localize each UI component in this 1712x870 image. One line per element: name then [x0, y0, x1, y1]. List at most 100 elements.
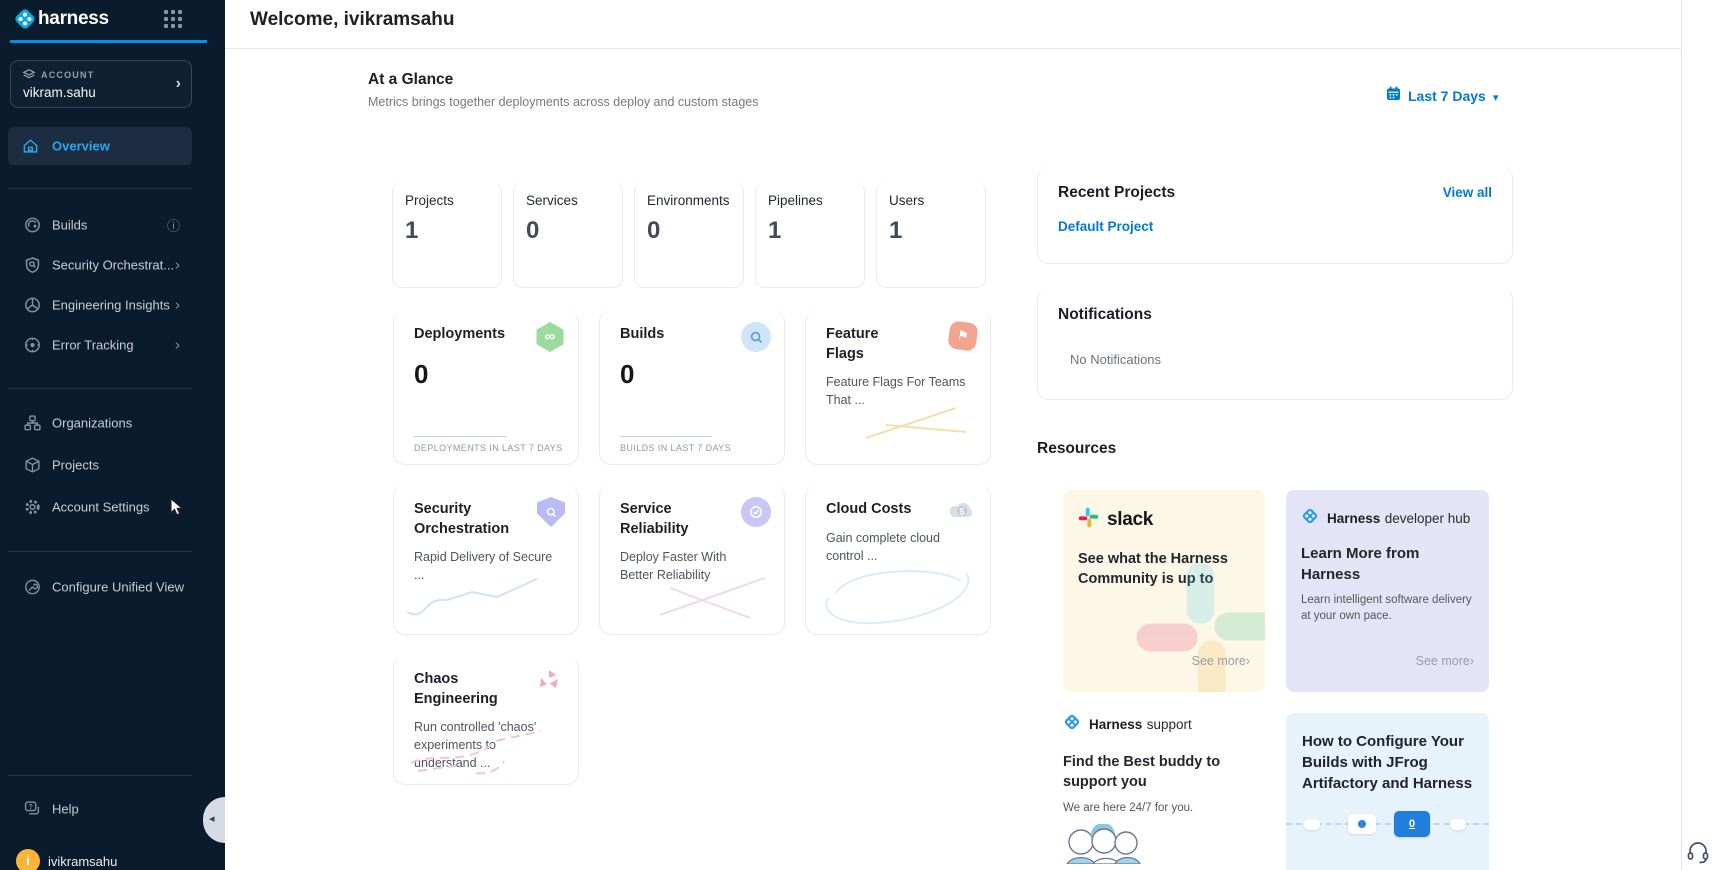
- security-orchestration-icon: [537, 497, 565, 527]
- resource-headline: Learn More from Harness: [1301, 543, 1474, 585]
- harness-logo-icon[interactable]: [13, 7, 37, 36]
- metric-label: Pipelines: [768, 193, 864, 208]
- sketch-decoration: [816, 563, 976, 628]
- logo-wordmark[interactable]: harness: [38, 8, 109, 30]
- metric-label: Environments: [647, 193, 743, 208]
- account-switcher[interactable]: ACCOUNT vikram.sahu ›: [10, 60, 192, 108]
- slack-brand-text: slack: [1107, 509, 1153, 531]
- sidebar-item-label: Configure Unified View: [52, 580, 184, 595]
- sidebar-item-security-orchestration[interactable]: Security Orchestrat... ›: [8, 246, 192, 284]
- card-footer: BUILDS IN LAST 7 DAYS: [620, 436, 731, 453]
- metric-label: Projects: [405, 193, 501, 208]
- resource-card-developer-hub[interactable]: Harness developer hub Learn More from Ha…: [1286, 490, 1489, 692]
- chevron-right-icon: ›: [1470, 654, 1474, 668]
- info-icon[interactable]: ⓘ: [167, 216, 180, 235]
- card-service-reliability[interactable]: Service Reliability Deploy Faster With B…: [599, 485, 785, 635]
- see-more-link[interactable]: See more›: [1192, 654, 1250, 668]
- metric-value: 0: [647, 217, 743, 245]
- card-description: Feature Flags For Teams That ...: [826, 373, 966, 409]
- card-footer: DEPLOYMENTS IN LAST 7 DAYS: [414, 436, 563, 453]
- module-cards-grid: Deployments ∞ 0 DEPLOYMENTS IN LAST 7 DA…: [393, 310, 991, 785]
- pipeline-node: [1304, 819, 1320, 830]
- resource-card-slack[interactable]: slack See what the Harness Community is …: [1063, 490, 1265, 692]
- chevron-right-icon: ›: [1246, 654, 1250, 668]
- sidebar-item-overview[interactable]: Overview: [8, 127, 192, 165]
- chaos-engineering-icon: [535, 667, 565, 697]
- brand-rule: [10, 40, 207, 43]
- logo-row: harness: [0, 0, 225, 40]
- date-range-picker[interactable]: Last 7 Days ▾: [1386, 86, 1498, 106]
- card-builds[interactable]: Builds 0 BUILDS IN LAST 7 DAYS: [599, 310, 785, 465]
- card-cloud-costs[interactable]: Cloud Costs $ Gain complete cloud contro…: [805, 485, 991, 635]
- sidebar-item-error-tracking[interactable]: Error Tracking ›: [8, 326, 192, 364]
- sidebar-item-account-settings[interactable]: Account Settings: [8, 488, 192, 526]
- feature-flags-icon: ⚑: [947, 320, 979, 352]
- project-link[interactable]: Default Project: [1058, 219, 1492, 234]
- resource-card-support[interactable]: Harness support Find the Best buddy to s…: [1063, 713, 1265, 869]
- home-icon: [22, 138, 39, 155]
- chevron-down-icon: ▾: [1493, 89, 1499, 104]
- section-subtitle: Metrics brings together deployments acro…: [368, 95, 758, 109]
- sidebar-item-builds[interactable]: Builds ⓘ: [8, 206, 192, 244]
- headset-support-icon[interactable]: [1686, 840, 1710, 869]
- sidebar-item-help[interactable]: ? Help: [8, 790, 192, 828]
- metric-value: 1: [405, 217, 501, 245]
- metric-services[interactable]: Services 0: [513, 182, 623, 288]
- builds-icon: [24, 217, 41, 234]
- see-more-link[interactable]: See more›: [1416, 654, 1474, 668]
- brand-text-bold: Harness: [1327, 511, 1380, 526]
- card-chaos-engineering[interactable]: Chaos Engineering Run controlled 'chaos'…: [393, 655, 579, 785]
- card-description: Gain complete cloud control ...: [826, 529, 966, 565]
- at-a-glance-header: At a Glance Metrics brings together depl…: [368, 71, 758, 109]
- resource-card-jfrog[interactable]: How to Configure Your Builds with JFrog …: [1286, 713, 1489, 870]
- chevron-left-icon: ◂: [209, 812, 215, 825]
- divider: [8, 551, 192, 552]
- sidebar-item-projects[interactable]: Projects: [8, 446, 192, 484]
- chevron-right-icon: ›: [175, 297, 180, 314]
- divider: [8, 388, 192, 389]
- sidebar-item-engineering-insights[interactable]: Engineering Insights ›: [8, 286, 192, 324]
- user-menu[interactable]: i ivikramsahu: [8, 843, 208, 870]
- metric-users[interactable]: Users 1: [876, 182, 986, 288]
- panel-title: Notifications: [1058, 306, 1152, 324]
- card-value: 0: [620, 359, 770, 390]
- svg-text:?: ?: [29, 804, 33, 811]
- brand-text: developer hub: [1385, 511, 1471, 526]
- svg-text:$: $: [959, 507, 964, 517]
- brand-text: support: [1147, 717, 1192, 732]
- sidebar-item-configure-unified-view[interactable]: Configure Unified View: [8, 568, 192, 606]
- card-feature-flags[interactable]: Feature Flags ⚑ Feature Flags For Teams …: [805, 310, 991, 465]
- metric-pipelines[interactable]: Pipelines 1: [755, 182, 865, 288]
- app-grid-icon[interactable]: [164, 10, 182, 28]
- account-label: ACCOUNT: [41, 70, 94, 80]
- service-reliability-icon: [741, 497, 771, 527]
- deployments-icon: ∞: [535, 322, 565, 352]
- metric-projects[interactable]: Projects 1: [392, 182, 502, 288]
- projects-icon: [24, 457, 41, 474]
- sidebar-item-label: Overview: [52, 139, 110, 154]
- sidebar-item-label: Organizations: [52, 416, 132, 431]
- card-security-orchestration[interactable]: Security Orchestration Rapid Delivery of…: [393, 485, 579, 635]
- sidebar: harness ACCOUNT vikram.sahu › Overview B…: [0, 0, 225, 870]
- sidebar-item-label: Engineering Insights: [52, 298, 170, 313]
- view-all-link[interactable]: View all: [1443, 185, 1492, 200]
- card-title: Cloud Costs: [826, 500, 920, 520]
- notifications-empty-text: No Notifications: [1070, 352, 1492, 367]
- pipeline-node: [1348, 814, 1376, 834]
- metric-label: Users: [889, 193, 985, 208]
- sidebar-item-label: Security Orchestrat...: [52, 258, 174, 273]
- help-chat-icon: ?: [24, 801, 41, 818]
- sidebar-item-organizations[interactable]: Organizations: [8, 404, 192, 442]
- card-description: Deploy Faster With Better Reliability: [620, 548, 760, 584]
- card-deployments[interactable]: Deployments ∞ 0 DEPLOYMENTS IN LAST 7 DA…: [393, 310, 579, 465]
- metric-environments[interactable]: Environments 0: [634, 182, 744, 288]
- card-title: Builds: [620, 325, 714, 345]
- slack-logo-icon: [1078, 507, 1099, 533]
- calendar-icon: [1386, 86, 1401, 106]
- wrench-icon: [24, 579, 41, 596]
- card-description: Rapid Delivery of Secure ...: [414, 548, 554, 584]
- section-title: At a Glance: [368, 71, 758, 89]
- panel-title: Recent Projects: [1058, 184, 1175, 202]
- organizations-icon: [24, 415, 41, 432]
- resources-title: Resources: [1037, 440, 1116, 458]
